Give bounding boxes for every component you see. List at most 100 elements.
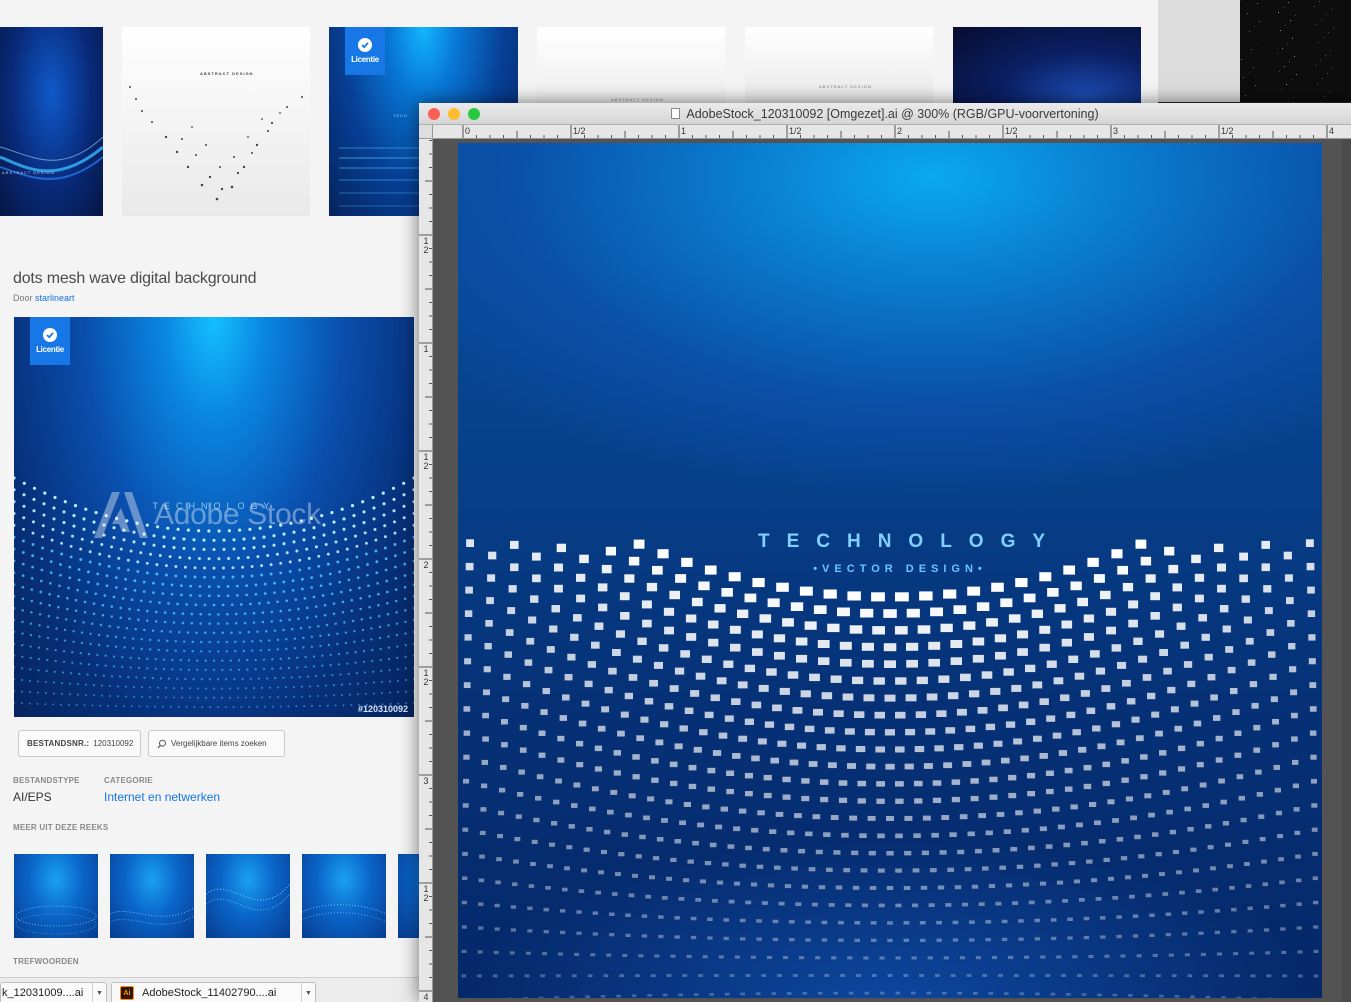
sparkle-dot (1330, 50, 1331, 51)
sparkle-dot (1295, 15, 1296, 16)
illustrator-document-window[interactable]: AdobeStock_120310092 [Omgezet].ai @ 300%… (419, 103, 1351, 1002)
sparkle-dot (1317, 83, 1318, 84)
sparkle-dot (1278, 12, 1279, 13)
download-item-2[interactable]: Ai AdobeStock_11402790....ai ▼ (111, 982, 316, 1002)
series-thumbnail-2[interactable] (110, 854, 194, 938)
ruler-label: 1 2 (423, 452, 429, 471)
sparkle-dot (1253, 67, 1254, 68)
sparkle-dot (1325, 55, 1326, 56)
result-thumbnail-5[interactable]: ABSTRACT DESIGN (745, 27, 933, 103)
series-art (302, 904, 386, 923)
ruler-label: 3 (423, 776, 429, 786)
thumb-caption: ABSTRACT DESIGN (611, 97, 664, 102)
background-dark-window (1240, 0, 1351, 102)
sparkle-dot (1293, 97, 1294, 98)
thumb-caption: ABSTRACT DESIGN (819, 84, 872, 89)
preview-asset-id: #120310092 (357, 704, 408, 714)
author-link[interactable]: starlineart (35, 293, 75, 303)
sparkle-dot (1283, 7, 1284, 8)
sparkle-dot (1291, 79, 1292, 80)
sparkle-dot (1254, 26, 1255, 27)
adobe-logo-icon (94, 492, 148, 538)
file-number-value: 120310092 (93, 739, 134, 748)
dot-wave-art (129, 86, 303, 201)
artboard-title-text[interactable]: TECHNOLOGY (458, 531, 1322, 553)
result-thumbnail-6[interactable] (953, 27, 1141, 103)
sparkle-dot (1245, 95, 1246, 96)
sparkle-dot (1288, 2, 1289, 3)
sparkle-dot (1331, 9, 1332, 10)
result-thumbnail-1[interactable]: ABSTRACT DESIGN (0, 27, 103, 216)
sparkle-dot (1292, 38, 1293, 39)
ruler-ticks (462, 125, 1328, 138)
ruler-label: 1 (681, 126, 687, 136)
window-titlebar[interactable]: AdobeStock_120310092 [Omgezet].ai @ 300%… (419, 103, 1351, 125)
download-filename: AdobeStock_11402790....ai (142, 987, 277, 999)
sparkle-dot (1282, 48, 1283, 49)
sparkle-dot (1289, 61, 1290, 62)
sparkle-dot (1332, 68, 1333, 69)
sparkle-dot (1280, 30, 1281, 31)
sparkle-dot (1314, 6, 1315, 7)
ruler-label: 1 2 (423, 668, 429, 687)
series-thumbnail-3[interactable] (206, 854, 290, 938)
file-type-value: AI/EPS (13, 790, 52, 804)
download-filename: k_12031009....ai (2, 987, 84, 999)
ruler-label: 1/2 (573, 126, 586, 136)
ruler-label: 1 2 (423, 236, 429, 255)
ruler-label: 2 (897, 126, 903, 136)
thumb-caption: ABSTRACT DESIGN (2, 170, 55, 175)
sparkle-dot (1279, 71, 1280, 72)
series-thumbnail-1[interactable] (14, 854, 98, 938)
horizontal-ruler[interactable]: 0 1/2 1 1/2 2 1/2 3 1/2 4 (433, 125, 1351, 139)
sparkle-dot (1285, 25, 1286, 26)
document-icon (671, 108, 681, 119)
chevron-down-icon[interactable]: ▼ (301, 983, 315, 1002)
chevron-down-icon[interactable]: ▼ (92, 983, 106, 1002)
sparkle-dot (1259, 21, 1260, 22)
vertical-scrollbar[interactable] (1342, 140, 1351, 1002)
sparkle-dot (1249, 31, 1250, 32)
category-label: CATEGORIE (104, 776, 153, 785)
sparkle-dot (1327, 73, 1328, 74)
ruler-label: 4 (1329, 126, 1335, 136)
result-thumbnail-4[interactable]: ABSTRACT DESIGN (537, 27, 725, 103)
sparkle-dot (1244, 36, 1245, 37)
ruler-label: 4 (423, 992, 429, 1002)
sparkle-dot (1243, 77, 1244, 78)
sparkle-dot (1252, 8, 1253, 9)
sparkle-dot (1277, 53, 1278, 54)
sparkle-dot (1246, 54, 1247, 55)
series-art (15, 905, 97, 935)
window-title: AdobeStock_120310092 [Omgezet].ai @ 300%… (419, 107, 1351, 121)
file-number-field[interactable]: BESTANDSNR.: 120310092 (18, 730, 141, 757)
asset-preview[interactable]: Licentie TECHNOLOGY Adobe Stock #1203100… (14, 317, 414, 717)
watermark-text: Adobe Stock (154, 498, 321, 531)
sparkle-dot (1290, 20, 1291, 21)
canvas-pasteboard[interactable]: TECHNOLOGY •VECTOR DESIGN• (434, 140, 1351, 1002)
sparkle-dot (1255, 85, 1256, 86)
find-similar-button[interactable]: Vergelijkbare items zoeken (148, 730, 285, 757)
sparkle-dot (1250, 90, 1251, 91)
vertical-ruler[interactable]: 1 2 1 1 2 2 1 2 3 1 2 4 (419, 139, 433, 1002)
series-thumbnail-4[interactable] (302, 854, 386, 938)
ruler-label: 1/2 (1005, 126, 1018, 136)
sparkle-dot (1251, 49, 1252, 50)
artboard[interactable]: TECHNOLOGY •VECTOR DESIGN• (458, 143, 1322, 998)
download-item-1[interactable]: k_12031009....ai ▼ (0, 982, 107, 1002)
ruler-label: 1/2 (1221, 126, 1234, 136)
sparkle-dot (1240, 0, 1241, 1)
artboard-subtitle-text[interactable]: •VECTOR DESIGN• (458, 563, 1322, 575)
category-link[interactable]: Internet en netwerken (104, 790, 220, 804)
sparkle-dot (1281, 89, 1282, 90)
sparkle-dot (1320, 60, 1321, 61)
ruler-label: 2 (423, 560, 429, 570)
sparkle-dot (1287, 43, 1288, 44)
adobe-stock-watermark: Adobe Stock (94, 492, 321, 538)
ruler-origin[interactable] (419, 125, 433, 139)
result-thumbnail-2[interactable]: ABSTRACT DESIGN (122, 27, 310, 216)
ruler-label: 1/2 (789, 126, 802, 136)
sparkle-dot (1326, 14, 1327, 15)
file-number-label: BESTANDSNR.: (27, 739, 90, 748)
search-icon (157, 739, 166, 748)
